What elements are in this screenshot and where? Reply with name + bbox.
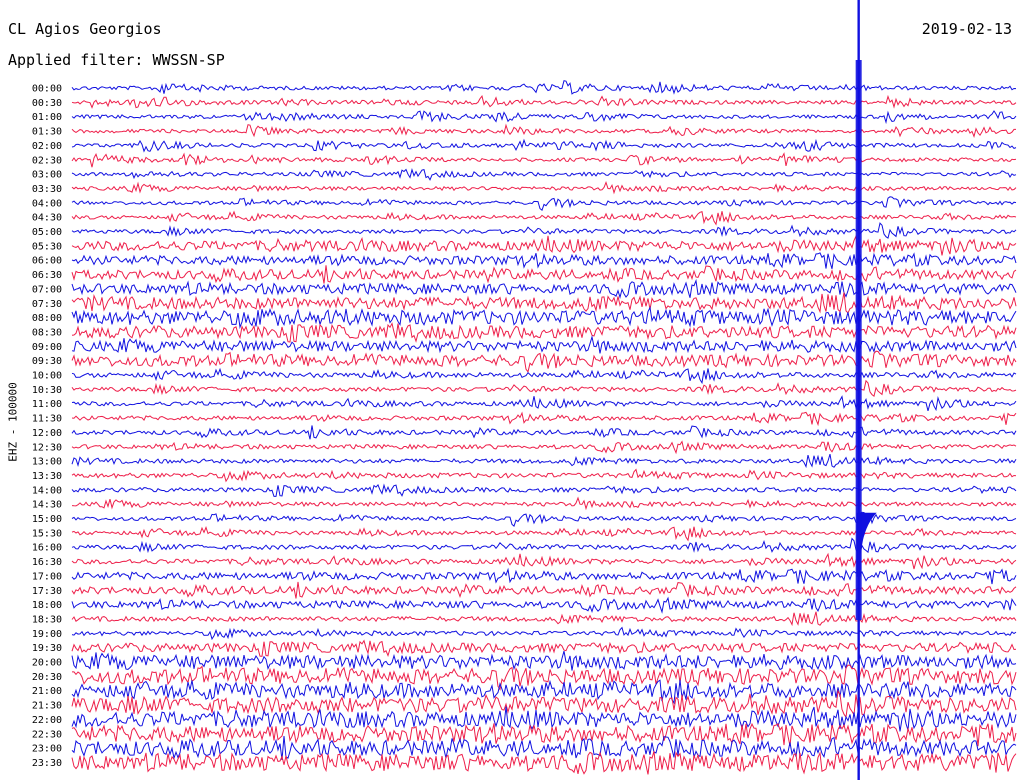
tick-label: 07:00 (32, 284, 62, 295)
tick-label: 03:30 (32, 184, 62, 195)
tick-label: 21:30 (32, 701, 62, 712)
tick-label: 16:30 (32, 557, 62, 568)
tick-label: 18:30 (32, 614, 62, 625)
trace-line (71, 425, 1017, 440)
trace-line (71, 94, 1017, 109)
traces-group (71, 80, 1017, 775)
tick-label: 06:00 (32, 256, 62, 267)
tick-label: 02:00 (32, 141, 62, 152)
tick-label: 17:30 (32, 586, 62, 597)
tick-label: 20:00 (32, 658, 62, 669)
trace-line (71, 222, 1017, 239)
trace-line (71, 468, 1017, 483)
trace-line (71, 650, 1017, 671)
event-band (855, 60, 862, 620)
tick-label: 19:30 (32, 643, 62, 654)
trace-line (71, 626, 1017, 641)
trace-line (71, 322, 1017, 343)
tick-label: 14:00 (32, 485, 62, 496)
tick-label: 10:00 (32, 371, 62, 382)
tick-labels-group: 00:00 00:30 01:00 01:30 02:00 02:30 03:00 03:30… (32, 84, 62, 769)
tick-label: 22:00 (32, 715, 62, 726)
trace-line (71, 210, 1017, 226)
seismogram-plot: 00:00 00:30 01:00 01:30 02:00 02:30 03:00 03:30… (32, 0, 1017, 780)
trace-line (71, 196, 1017, 212)
tick-label: 16:00 (32, 543, 62, 554)
tick-label: 12:00 (32, 428, 62, 439)
tick-label: 08:30 (32, 327, 62, 338)
tick-label: 11:00 (32, 399, 62, 410)
trace-line (71, 80, 1017, 95)
trace-line (71, 168, 1017, 181)
tick-label: 18:00 (32, 600, 62, 611)
tick-label: 20:30 (32, 672, 62, 683)
trace-line (71, 440, 1017, 455)
trace-line (71, 483, 1017, 497)
trace-line (71, 278, 1017, 300)
tick-label: 22:30 (32, 729, 62, 740)
trace-line (71, 639, 1017, 657)
trace-line (71, 567, 1017, 585)
trace-line (71, 350, 1017, 373)
trace-line (71, 596, 1017, 614)
tick-label: 02:30 (32, 155, 62, 166)
trace-line (71, 552, 1017, 570)
trace-line (71, 411, 1017, 427)
tick-label: 04:00 (32, 198, 62, 209)
tick-label: 23:00 (32, 744, 62, 755)
trace-line (71, 110, 1017, 125)
tick-label: 00:00 (32, 84, 62, 95)
trace-line (71, 367, 1017, 385)
tick-label: 04:30 (32, 213, 62, 224)
tick-label: 08:00 (32, 313, 62, 324)
tick-label: 00:30 (32, 98, 62, 109)
tick-label: 09:30 (32, 356, 62, 367)
tick-label: 21:00 (32, 686, 62, 697)
trace-line (71, 611, 1017, 627)
tick-label: 15:00 (32, 514, 62, 525)
trace-line (71, 123, 1016, 138)
trace-line (71, 234, 1017, 256)
tick-label: 10:30 (32, 385, 62, 396)
tick-label: 17:00 (32, 571, 62, 582)
tick-label: 23:30 (32, 758, 62, 769)
trace-line (71, 537, 1017, 555)
trace-line (71, 265, 1017, 284)
trace-line (71, 152, 1017, 168)
tick-label: 12:30 (32, 442, 62, 453)
tick-label: 13:00 (32, 457, 62, 468)
trace-line (71, 526, 1017, 542)
trace-line (71, 181, 1017, 195)
tick-label: 01:00 (32, 112, 62, 123)
tick-label: 09:00 (32, 342, 62, 353)
tick-label: 14:30 (32, 500, 62, 511)
trace-line (71, 138, 1017, 153)
trace-line (72, 664, 1017, 691)
tick-label: 15:30 (32, 528, 62, 539)
trace-line (71, 706, 1017, 732)
tick-label: 11:30 (32, 414, 62, 425)
trace-line (71, 379, 1017, 397)
trace-line (71, 292, 1017, 314)
trace-line (71, 252, 1017, 269)
tick-label: 03:00 (32, 170, 62, 181)
tick-label: 01:30 (32, 127, 62, 138)
trace-line (71, 335, 1017, 354)
tick-label: 07:30 (32, 299, 62, 310)
tick-label: 05:30 (32, 241, 62, 252)
trace-line (71, 496, 1017, 511)
tick-label: 19:00 (32, 629, 62, 640)
tick-label: 05:00 (32, 227, 62, 238)
tick-label: 06:30 (32, 270, 62, 281)
tick-label: 13:30 (32, 471, 62, 482)
trace-line (71, 581, 1017, 599)
trace-line (71, 305, 1017, 330)
trace-line (71, 453, 1017, 469)
trace-line (71, 395, 1017, 412)
